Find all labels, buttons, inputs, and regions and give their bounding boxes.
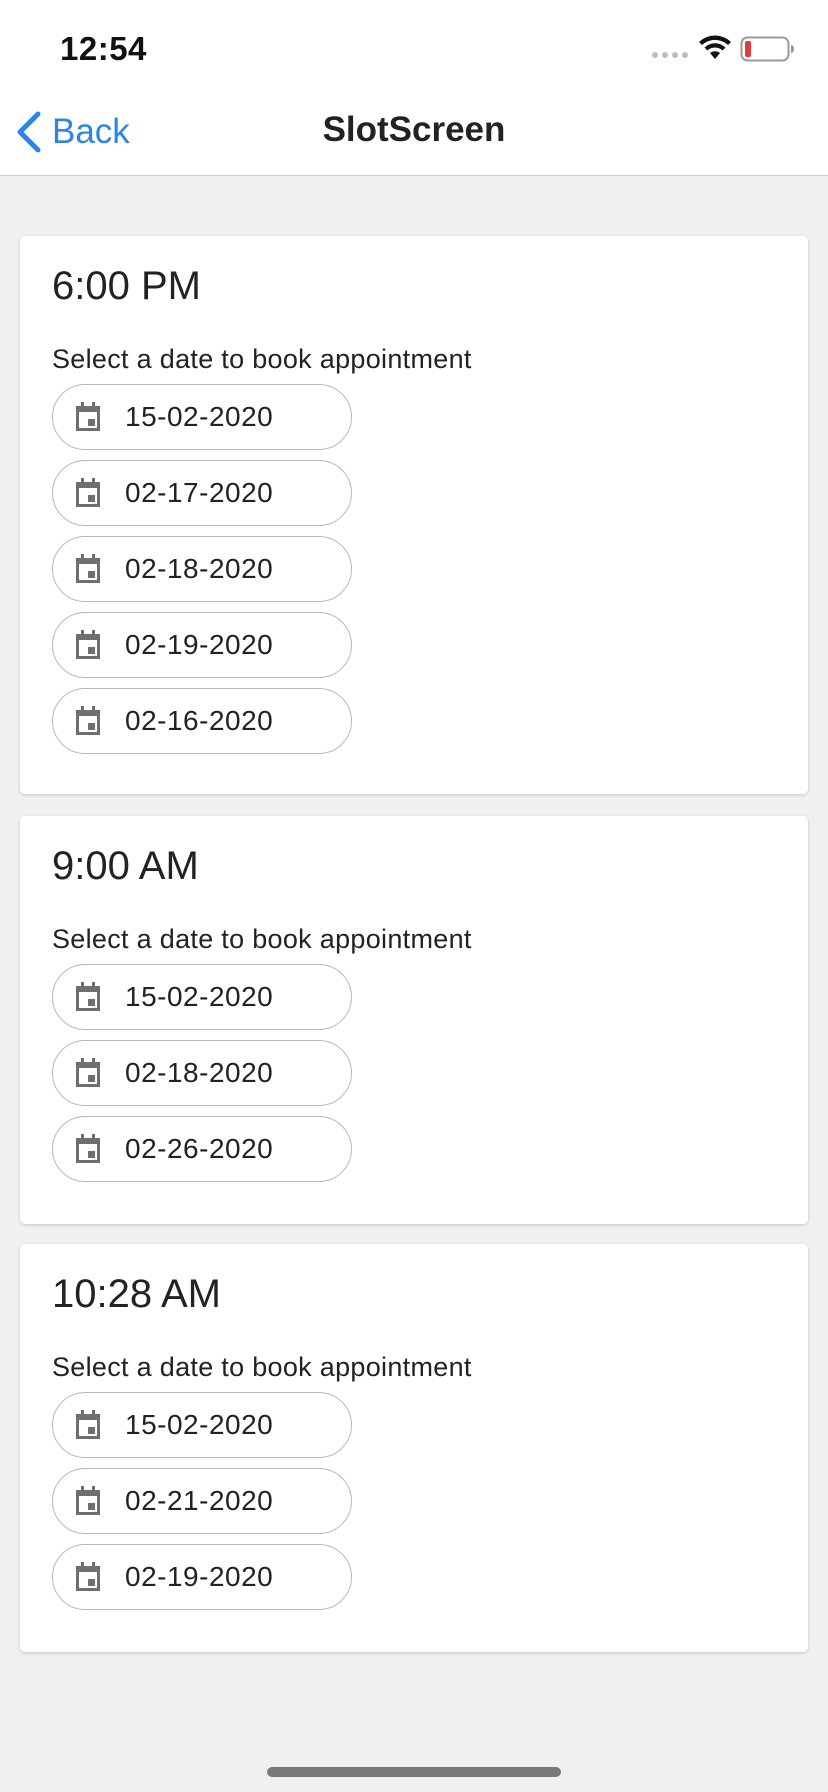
slot-time: 6:00 PM [52,264,201,308]
calendar-icon [76,402,100,431]
date-chip[interactable]: 02-18-2020 [52,1040,352,1106]
calendar-icon [76,982,100,1011]
slot-time: 10:28 AM [52,1272,222,1316]
status-bar: 12:54 [0,0,828,88]
date-chip[interactable]: 02-18-2020 [52,536,352,602]
home-indicator[interactable] [267,1767,561,1777]
calendar-icon [76,554,100,583]
date-chip[interactable]: 02-19-2020 [52,1544,352,1610]
cellular-signal-icon [652,52,688,58]
date-chip[interactable]: 02-19-2020 [52,612,352,678]
calendar-icon [76,630,100,659]
calendar-icon [76,1486,100,1515]
calendar-icon [76,1562,100,1591]
date-chip-label: 02-21-2020 [125,1485,274,1516]
date-chip-label: 02-18-2020 [125,553,274,584]
status-time: 12:54 [60,30,147,67]
slot-instruction: Select a date to book appointment [52,1352,472,1382]
slot-card: 9:00 AM Select a date to book appointmen… [20,816,808,1224]
date-chip-label: 15-02-2020 [125,401,274,432]
slot-instruction: Select a date to book appointment [52,924,472,954]
slot-card: 6:00 PM Select a date to book appointmen… [20,236,808,794]
date-chip-label: 15-02-2020 [125,1409,274,1440]
calendar-icon [76,1134,100,1163]
date-chip[interactable]: 02-17-2020 [52,460,352,526]
battery-icon [740,36,794,62]
page-title: SlotScreen [322,110,506,149]
date-chip[interactable]: 02-26-2020 [52,1116,352,1182]
date-chip-list: 15-02-2020 02-21-2020 02-19-2020 [52,1392,352,1620]
date-chip[interactable]: 15-02-2020 [52,384,352,450]
calendar-icon [76,478,100,507]
date-chip[interactable]: 15-02-2020 [52,964,352,1030]
slot-time: 9:00 AM [52,844,199,888]
navigation-bar: Back SlotScreen [0,88,828,176]
date-chip[interactable]: 02-16-2020 [52,688,352,754]
calendar-icon [76,1410,100,1439]
wifi-icon [699,35,731,59]
date-chip-label: 02-18-2020 [125,1057,274,1088]
date-chip-list: 15-02-2020 02-17-2020 02-18-2020 02-19-2… [52,384,352,764]
date-chip-list: 15-02-2020 02-18-2020 02-26-2020 [52,964,352,1192]
slot-card: 10:28 AM Select a date to book appointme… [20,1244,808,1652]
date-chip[interactable]: 02-21-2020 [52,1468,352,1534]
date-chip-label: 02-19-2020 [125,1561,274,1592]
date-chip[interactable]: 15-02-2020 [52,1392,352,1458]
slot-instruction: Select a date to book appointment [52,344,472,374]
calendar-icon [76,1058,100,1087]
date-chip-label: 02-26-2020 [125,1133,274,1164]
calendar-icon [76,706,100,735]
date-chip-label: 15-02-2020 [125,981,274,1012]
date-chip-label: 02-16-2020 [125,705,274,736]
date-chip-label: 02-17-2020 [125,477,274,508]
date-chip-label: 02-19-2020 [125,629,274,660]
